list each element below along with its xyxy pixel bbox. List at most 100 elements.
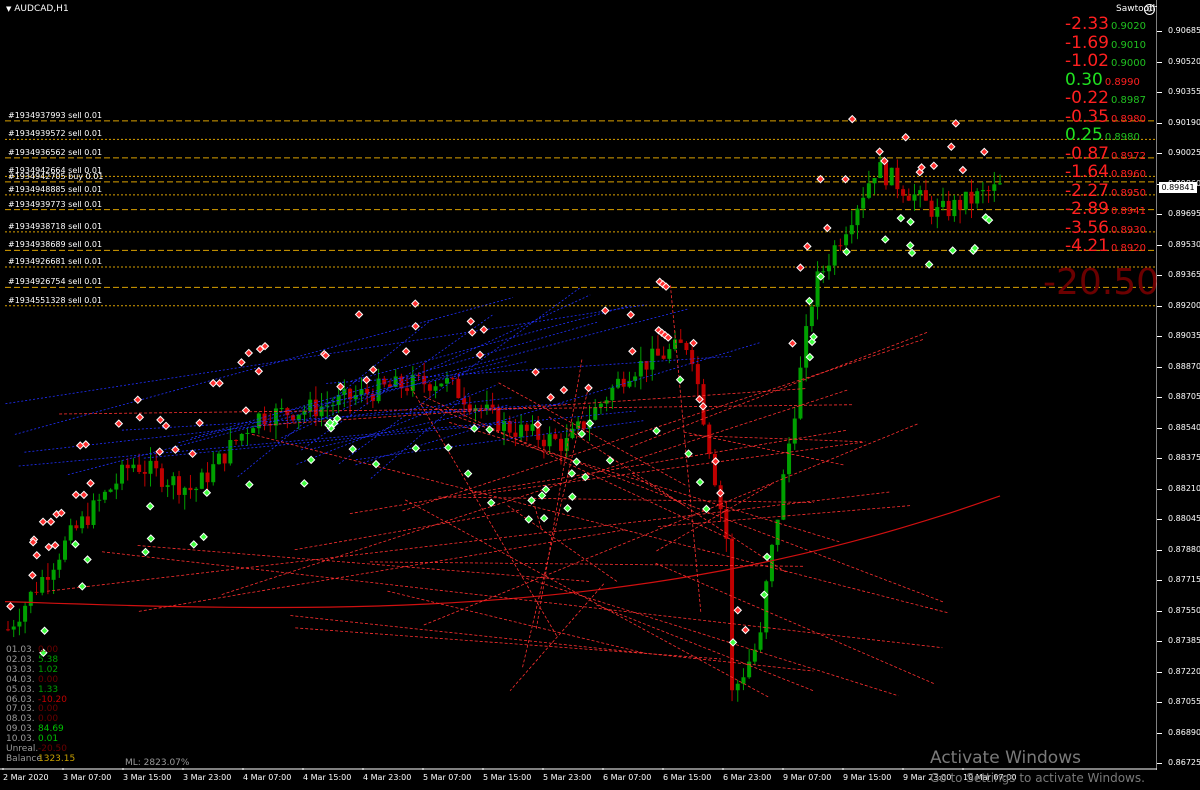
price-tick-label: 0.89530 (1156, 239, 1200, 249)
pnl-price: 0.8980 (1111, 113, 1146, 125)
history-row: 05.03. 1.33 (6, 685, 58, 695)
history-row: 01.03. 0.00 (6, 645, 58, 655)
candle-body (80, 516, 85, 529)
trade-link-line (350, 305, 631, 382)
candle-body (838, 245, 843, 247)
activate-windows-subtitle[interactable]: Go to Settings to activate Windows. (930, 771, 1145, 785)
pnl-value: 0.30 (1065, 69, 1103, 90)
candle-body (40, 577, 45, 593)
chevron-down-icon[interactable]: ▼ (6, 5, 11, 13)
price-tick-label: 0.87055 (1156, 697, 1200, 707)
trade-link-line (295, 627, 721, 660)
candle-body (952, 199, 957, 217)
pnl-value: -3.56 (1065, 217, 1109, 238)
trade-link-line (509, 583, 605, 691)
candle-body (439, 383, 444, 387)
history-date: 04.03. (6, 674, 35, 685)
candle-body (171, 476, 176, 486)
candle-body (576, 421, 581, 429)
time-tick-label: 9 Mar 07:00 (783, 773, 832, 782)
pnl-price: 0.8987 (1111, 95, 1146, 106)
candle-body (245, 432, 250, 434)
candle-body (826, 265, 831, 272)
history-date: Unreal. (6, 744, 39, 754)
candle-body (684, 342, 689, 351)
candle-body (655, 348, 660, 356)
history-value: -10.20 (38, 694, 68, 705)
candle-body (490, 404, 495, 408)
candle-body (553, 434, 558, 439)
trade-link-line (101, 551, 943, 649)
candle-body (627, 380, 632, 387)
candle-body (804, 326, 809, 368)
pnl-value: -0.87 (1065, 143, 1109, 164)
pnl-row: -2.89 0.8941 (1065, 199, 1146, 219)
candle-body (821, 271, 826, 273)
time-tick-label: 6 Mar 07:00 (603, 773, 652, 782)
trade-link-line (138, 529, 627, 612)
candle-body (51, 569, 56, 580)
pnl-value: 0.25 (1065, 125, 1103, 145)
trade-link-line (656, 482, 774, 552)
candle-body (958, 199, 963, 210)
trade-link-line (18, 420, 514, 467)
trade-link-line (404, 499, 769, 698)
pnl-value: -2.33 (1065, 14, 1109, 34)
candle-body (427, 384, 432, 391)
time-tick-label: 6 Mar 15:00 (663, 773, 712, 782)
candle-body (17, 621, 22, 627)
candle-body (969, 191, 974, 204)
candle-body (194, 488, 199, 491)
candle-body (239, 433, 244, 441)
pnl-row: 0.30 0.8990 (1065, 70, 1140, 90)
candle-body (530, 424, 535, 431)
candle-body (707, 424, 712, 454)
candle-body (735, 683, 740, 691)
candle-body (992, 184, 997, 191)
price-chart[interactable] (0, 0, 1157, 770)
pnl-price: 0.8980 (1104, 132, 1140, 143)
candle-body (975, 191, 980, 204)
time-tick-label: 9 Mar 15:00 (843, 773, 892, 782)
pnl-row: -4.21 0.8920 (1065, 236, 1146, 256)
candle-body (610, 387, 615, 401)
history-value: 84.69 (38, 724, 64, 735)
candle-body (667, 349, 672, 359)
moving-average-line (4, 495, 1001, 609)
candle-body (547, 434, 552, 447)
history-row: 10.03. 0.01 (6, 734, 58, 744)
history-value: 1.02 (38, 664, 59, 675)
price-axis[interactable]: 0.90685 0.90520 0.90355 0.90190 0.90025 0.898… (1156, 0, 1200, 790)
trade-link-line (402, 338, 925, 512)
history-row: Balance1323.15 (6, 754, 75, 764)
candle-body (222, 453, 227, 464)
candle-body (695, 364, 700, 385)
price-tick-label: 0.87880 (1156, 544, 1200, 554)
price-tick-label: 0.89365 (1156, 270, 1200, 280)
symbol-timeframe: AUDCAD,H1 (14, 4, 69, 14)
candle-body (929, 200, 934, 217)
candle-body (519, 424, 524, 437)
candle-body (34, 591, 39, 593)
chart-window[interactable]: ▼ AUDCAD,H1 Sawtooth ☺ #1934937993 sell … (0, 0, 1200, 790)
candle-body (593, 407, 598, 420)
history-date: 10.03. (6, 734, 35, 745)
price-tick-label: 0.90520 (1156, 56, 1200, 66)
pnl-price: 0.8950 (1111, 187, 1146, 199)
candle-body (45, 577, 50, 580)
candle-body (211, 464, 216, 483)
candle-body (621, 378, 626, 387)
time-tick-label: 3 Mar 15:00 (123, 773, 172, 782)
price-tick-label: 0.89695 (1156, 209, 1200, 219)
candle-body (456, 378, 461, 399)
trade-link-line (310, 404, 508, 450)
candle-body (946, 200, 951, 217)
history-value: 5.38 (38, 654, 59, 665)
candle-body (63, 540, 68, 560)
order-label: #1934938689 sell 0.01 (8, 240, 103, 250)
price-tick-label: 0.87550 (1156, 605, 1200, 615)
candle-body (638, 360, 643, 377)
candle-body (279, 408, 284, 410)
history-row: Unreal.-20.50 (6, 744, 67, 754)
candle-body (872, 178, 877, 184)
